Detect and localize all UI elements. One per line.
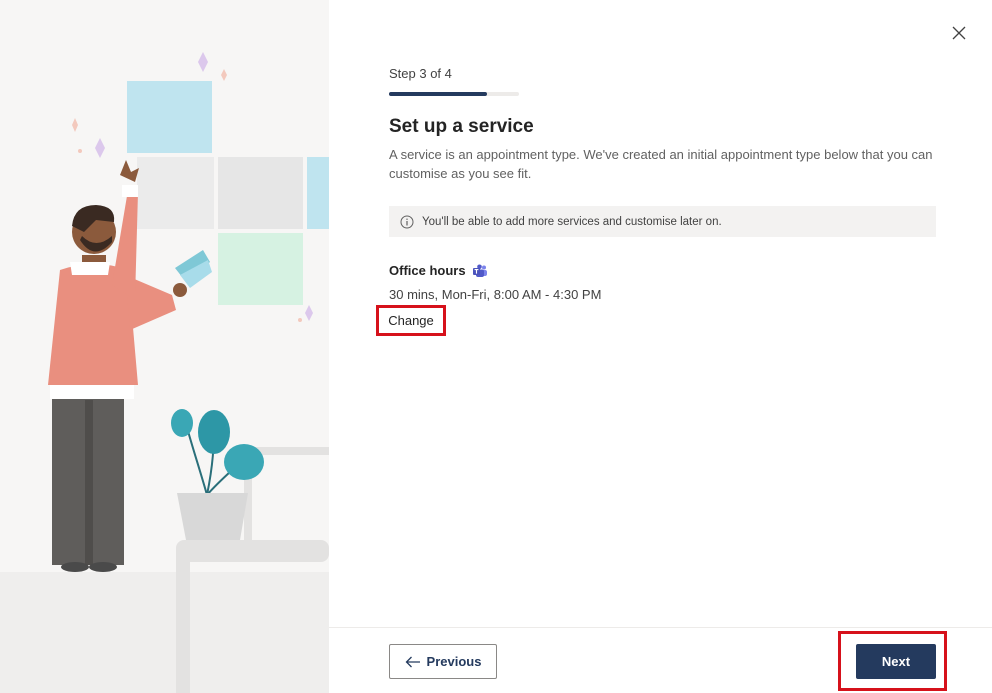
info-message-text: You'll be able to add more services and … — [422, 215, 722, 228]
next-button[interactable]: Next — [856, 644, 936, 679]
step-progress-bar — [389, 92, 519, 96]
info-message-bar: You'll be able to add more services and … — [389, 206, 936, 237]
page-description: A service is an appointment type. We've … — [389, 147, 933, 181]
close-icon — [952, 26, 966, 40]
person-with-sticky-notes-illustration — [0, 52, 329, 693]
arrow-left-icon — [405, 656, 420, 667]
step-progress-fill — [389, 92, 487, 96]
info-icon — [400, 215, 414, 228]
previous-button-label: Previous — [426, 654, 482, 669]
close-button[interactable] — [948, 22, 970, 44]
teams-icon — [472, 264, 488, 278]
onboarding-illustration — [0, 0, 329, 693]
page-title: Set up a service — [389, 116, 534, 137]
previous-button[interactable]: Previous — [389, 644, 497, 679]
footer-divider — [329, 627, 992, 628]
step-indicator: Step 3 of 4 — [389, 66, 452, 81]
change-service-link[interactable]: Change — [376, 305, 446, 336]
service-details: 30 mins, Mon-Fri, 8:00 AM - 4:30 PM — [389, 287, 602, 302]
setup-wizard-panel — [329, 0, 992, 693]
service-name: Office hours — [389, 263, 488, 278]
service-name-label: Office hours — [389, 263, 466, 278]
